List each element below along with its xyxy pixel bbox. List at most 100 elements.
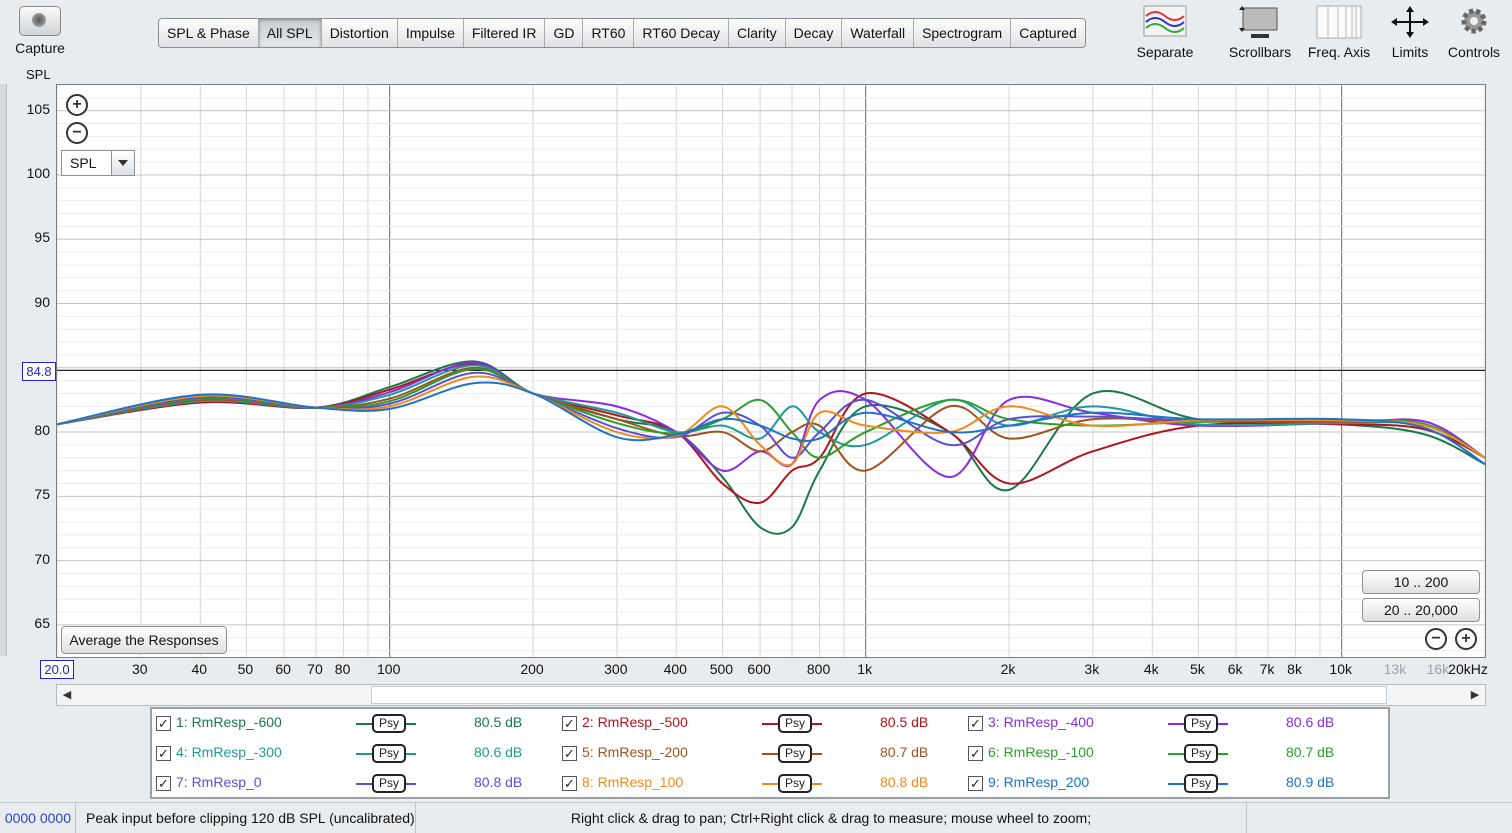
- scroll-right-icon[interactable]: ▶: [1465, 685, 1485, 705]
- smoothing-button[interactable]: Psy: [762, 714, 822, 733]
- measurement-name[interactable]: 7: RmResp_0: [176, 774, 262, 790]
- scroll-left-icon[interactable]: ◀: [57, 685, 77, 705]
- spl-graph[interactable]: [56, 84, 1486, 658]
- measurement-name[interactable]: 6: RmResp_-100: [988, 744, 1094, 760]
- smoothing-label: Psy: [1184, 774, 1218, 793]
- range-20-20000-button[interactable]: 20 .. 20,000: [1362, 598, 1480, 622]
- x-tick-label: 200: [520, 661, 544, 677]
- limits-button[interactable]: Limits: [1384, 4, 1436, 60]
- x-tick-label: 1k: [857, 661, 873, 677]
- smoothing-label: Psy: [372, 744, 406, 763]
- x-tick-label: 4k: [1143, 661, 1159, 677]
- visibility-checkbox[interactable]: ✓: [562, 716, 577, 731]
- range-10-200-button[interactable]: 10 .. 200: [1362, 570, 1480, 594]
- visibility-checkbox[interactable]: ✓: [156, 746, 171, 761]
- freq-axis-button[interactable]: Freq. Axis: [1304, 4, 1374, 60]
- tab-captured[interactable]: Captured: [1011, 19, 1085, 47]
- measurement-level: 80.7 dB: [1286, 744, 1335, 760]
- smoothing-button[interactable]: Psy: [762, 744, 822, 763]
- smoothing-button[interactable]: Psy: [356, 714, 416, 733]
- freq-axis-label: Freq. Axis: [1307, 44, 1371, 60]
- visibility-checkbox[interactable]: ✓: [968, 776, 983, 791]
- visibility-checkbox[interactable]: ✓: [156, 716, 171, 731]
- zoom-out-icon[interactable]: −: [1425, 628, 1447, 650]
- series-line: [57, 364, 1485, 459]
- x-cursor-readout: 20.0: [40, 660, 74, 679]
- x-tick-label: 5k: [1190, 661, 1205, 677]
- measurement-name[interactable]: 8: RmResp_100: [582, 774, 683, 790]
- x-tick-label: 10k: [1329, 661, 1352, 677]
- average-responses-button[interactable]: Average the Responses: [61, 626, 227, 654]
- x-tick-label: 300: [604, 661, 628, 677]
- status-right: [1246, 803, 1512, 833]
- scrollbar-thumb[interactable]: [371, 686, 1388, 704]
- visibility-checkbox[interactable]: ✓: [562, 746, 577, 761]
- measurement-level: 80.6 dB: [474, 744, 523, 760]
- x-tick-label: 70: [307, 661, 323, 677]
- measurement-legend: ✓ 1: RmResp_-600 Psy 80.5 dB ✓ 2: RmResp_-500…: [150, 707, 1390, 799]
- visibility-checkbox[interactable]: ✓: [562, 776, 577, 791]
- y-cursor-readout: 84.8: [22, 362, 56, 381]
- scrollbars-button[interactable]: Scrollbars: [1226, 4, 1294, 60]
- smoothing-button[interactable]: Psy: [1168, 714, 1228, 733]
- scrollbars-icon: [1237, 4, 1283, 40]
- tab-impulse[interactable]: Impulse: [398, 19, 464, 47]
- smoothing-button[interactable]: Psy: [356, 774, 416, 793]
- x-tick-label: 400: [663, 661, 687, 677]
- zoom-in-icon[interactable]: +: [66, 94, 88, 116]
- visibility-checkbox[interactable]: ✓: [156, 776, 171, 791]
- status-hint: Right click & drag to pan; Ctrl+Right cl…: [416, 803, 1247, 833]
- measurement-level: 80.5 dB: [474, 714, 523, 730]
- visibility-checkbox[interactable]: ✓: [968, 746, 983, 761]
- tab-gd[interactable]: GD: [545, 19, 584, 47]
- tab-distortion[interactable]: Distortion: [322, 19, 398, 47]
- measurement-name[interactable]: 1: RmResp_-600: [176, 714, 282, 730]
- y-tick-label: 65: [34, 614, 50, 631]
- spl-plot-svg[interactable]: [57, 85, 1485, 657]
- view-selector-dropdown[interactable]: SPL: [61, 150, 135, 176]
- scrollbars-label: Scrollbars: [1228, 44, 1292, 60]
- separate-button[interactable]: Separate: [1134, 4, 1196, 60]
- smoothing-button[interactable]: Psy: [762, 774, 822, 793]
- visibility-checkbox[interactable]: ✓: [968, 716, 983, 731]
- y-tick-label: 75: [34, 486, 50, 503]
- tab-decay[interactable]: Decay: [786, 19, 843, 47]
- y-tick-label: 90: [34, 293, 50, 310]
- capture-button[interactable]: Capture: [8, 4, 72, 60]
- x-tick-label: 8k: [1287, 661, 1302, 677]
- tab-all-spl[interactable]: All SPL: [258, 19, 322, 47]
- smoothing-button[interactable]: Psy: [1168, 744, 1228, 763]
- tab-waterfall[interactable]: Waterfall: [842, 19, 915, 47]
- capture-label: Capture: [15, 40, 65, 56]
- status-left: 0000 0000: [0, 803, 76, 833]
- tab-clarity[interactable]: Clarity: [729, 19, 786, 47]
- measurement-name[interactable]: 3: RmResp_-400: [988, 714, 1094, 730]
- tab-rt60-decay[interactable]: RT60 Decay: [634, 19, 729, 47]
- left-splitter[interactable]: [0, 84, 7, 656]
- x-tick-label: 16k: [1426, 661, 1450, 677]
- x-tick-label: 50: [237, 661, 254, 677]
- y-tick-label: 95: [34, 229, 50, 246]
- smoothing-button[interactable]: Psy: [356, 744, 416, 763]
- smoothing-label: Psy: [1184, 714, 1218, 733]
- chevron-down-icon[interactable]: [111, 151, 134, 175]
- measurement-name[interactable]: 9: RmResp_200: [988, 774, 1089, 790]
- x-tick-label: 6k: [1227, 661, 1243, 677]
- controls-button[interactable]: Controls: [1446, 4, 1502, 60]
- y-tick-label: 80: [34, 422, 50, 439]
- status-bar: 0000 0000 Peak input before clipping 120…: [0, 802, 1512, 833]
- measurement-name[interactable]: 2: RmResp_-500: [582, 714, 688, 730]
- tab-spl-phase[interactable]: SPL & Phase: [159, 19, 259, 47]
- smoothing-button[interactable]: Psy: [1168, 774, 1228, 793]
- x-tick-label: 80: [334, 661, 351, 677]
- tab-rt60[interactable]: RT60: [583, 19, 635, 47]
- horizontal-scrollbar[interactable]: ◀ ▶: [56, 684, 1486, 706]
- tab-spectrogram[interactable]: Spectrogram: [914, 19, 1012, 47]
- legend-item: ✓ 5: RmResp_-200 Psy 80.7 dB: [562, 743, 962, 765]
- smoothing-label: Psy: [1184, 744, 1218, 763]
- zoom-in-icon[interactable]: +: [1455, 628, 1477, 650]
- tab-filtered-ir[interactable]: Filtered IR: [464, 19, 546, 47]
- measurement-name[interactable]: 4: RmResp_-300: [176, 744, 282, 760]
- measurement-name[interactable]: 5: RmResp_-200: [582, 744, 688, 760]
- zoom-out-icon[interactable]: −: [66, 122, 88, 144]
